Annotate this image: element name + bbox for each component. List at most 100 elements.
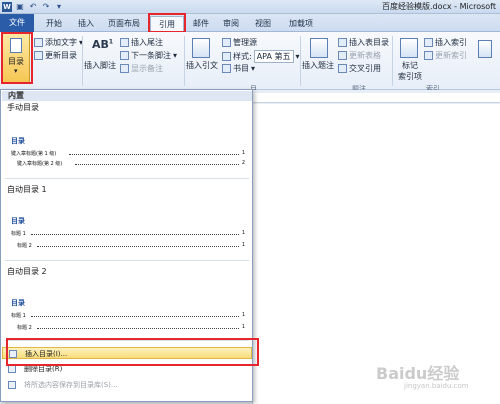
insert-endnote-label: 插入尾注: [131, 38, 163, 47]
toc-line-text: 标题 1: [11, 313, 26, 319]
leader-dots: [37, 328, 239, 329]
update-index-button[interactable]: 更新索引: [424, 50, 467, 61]
style-value[interactable]: APA 第五: [253, 50, 294, 63]
redo-icon[interactable]: ↷: [41, 2, 51, 12]
tab-file[interactable]: 文件: [0, 14, 34, 32]
next-footnote-icon: [120, 51, 129, 60]
baidu-watermark: Baidu经验: [376, 364, 460, 383]
insert-index-label: 插入索引: [435, 38, 467, 47]
add-text-label: 添加文字: [45, 38, 77, 47]
mark-entry-icon: [400, 38, 418, 58]
update-table-label: 更新表格: [349, 51, 381, 60]
footnote-ab-icon: AB1: [92, 38, 113, 51]
show-notes-icon: [120, 64, 129, 73]
manage-sources-icon: [222, 38, 231, 47]
toc-preview-line: 标题 1 1: [11, 230, 245, 238]
ribbon-separator: [82, 36, 83, 86]
ribbon-separator: [184, 36, 185, 86]
insert-caption-button[interactable]: 插入题注: [302, 60, 334, 71]
word-logo-icon[interactable]: W: [2, 2, 12, 12]
update-toc-label: 更新目录: [45, 51, 77, 60]
customize-qat-icon[interactable]: ▾: [54, 2, 64, 12]
mark-entry-button[interactable]: 标记 索引项: [398, 60, 422, 82]
tab-home[interactable]: 开始: [42, 16, 66, 31]
style-select[interactable]: 样式: APA 第五 ▾: [222, 50, 300, 63]
endnote-icon: [120, 38, 129, 47]
manage-sources-label: 管理源: [233, 38, 257, 47]
footnote-ab-text: AB: [92, 38, 109, 51]
toc-preview-line: 键入章标题(第 2 级) 2: [17, 160, 245, 168]
baidu-watermark-url: jingyan.baidu.com: [404, 382, 469, 390]
insert-toc-highlight: [6, 338, 259, 366]
update-index-label: 更新索引: [435, 51, 467, 60]
insert-table-of-figures-button[interactable]: 插入表目录: [338, 37, 389, 48]
tab-addins[interactable]: 加载项: [284, 16, 318, 31]
footnote-sup-text: 1: [108, 38, 114, 46]
tab-mailings[interactable]: 邮件: [188, 16, 214, 31]
save-selection-icon: [8, 381, 16, 389]
add-text-button[interactable]: 添加文字 ▾: [34, 37, 83, 48]
cross-reference-button[interactable]: 交叉引用: [338, 63, 381, 74]
insert-index-icon: [424, 38, 433, 47]
cross-reference-icon: [338, 64, 347, 73]
insert-citation-button[interactable]: 插入引文: [186, 60, 218, 71]
horizontal-ruler[interactable]: [250, 93, 500, 103]
mark-entry-label: 标记: [402, 61, 418, 70]
cross-reference-label: 交叉引用: [349, 64, 381, 73]
toc-line-page: 1: [241, 324, 245, 330]
manage-sources-button[interactable]: 管理源: [222, 37, 257, 48]
insert-endnote-button[interactable]: 插入尾注: [120, 37, 163, 48]
next-footnote-label: 下一条脚注: [131, 51, 171, 60]
leader-dots: [31, 316, 239, 317]
title-bar: W ▣ ↶ ↷ ▾ 百度经验模版.docx - Microsoft: [0, 0, 500, 14]
toc-line-text: 标题 1: [11, 231, 26, 237]
update-table-icon: [338, 51, 347, 60]
preview-heading: 目录: [11, 217, 25, 225]
dropdown-divider: [5, 260, 249, 261]
save-selection-menu-item[interactable]: 将所选内容保存到目录库(S)...: [2, 379, 252, 391]
toc-line-text: 标题 2: [17, 243, 32, 249]
manual-toc-title: 手动目录: [7, 103, 39, 112]
insert-caption-icon: [310, 38, 328, 58]
toc-line-page: 1: [241, 312, 245, 318]
toc-preview-line: 标题 1 1: [11, 312, 245, 320]
tab-view[interactable]: 视图: [250, 16, 276, 31]
insert-index-button[interactable]: 插入索引: [424, 37, 467, 48]
ribbon-tabs: 文件 开始 插入 页面布局 引用 邮件 审阅 视图 加载项: [0, 14, 500, 32]
window-title: 百度经验模版.docx - Microsoft: [381, 2, 496, 11]
leader-dots: [69, 154, 239, 155]
quick-access-toolbar: W ▣ ↶ ↷ ▾: [2, 1, 64, 13]
undo-icon[interactable]: ↶: [28, 2, 38, 12]
show-notes-button[interactable]: 显示备注: [120, 63, 163, 74]
mark-citation-icon[interactable]: [478, 40, 492, 58]
toc-preview-line: 标题 2 1: [17, 242, 245, 250]
save-icon[interactable]: ▣: [15, 2, 25, 12]
toc-line-page: 1: [241, 230, 245, 236]
leader-dots: [75, 164, 239, 165]
tab-insert[interactable]: 插入: [74, 16, 98, 31]
tab-page-layout[interactable]: 页面布局: [104, 16, 144, 31]
insert-table-of-figures-label: 插入表目录: [349, 38, 389, 47]
leader-dots: [31, 234, 239, 235]
update-index-icon: [424, 51, 433, 60]
auto-toc-1-title: 自动目录 1: [7, 185, 47, 194]
toc-preview-line: 键入章标题(第 1 级) 1: [11, 150, 245, 158]
update-toc-icon: [34, 51, 43, 60]
bibliography-label: 书目: [233, 64, 249, 73]
dropdown-divider: [5, 178, 249, 179]
update-table-button[interactable]: 更新表格: [338, 50, 381, 61]
insert-citation-icon: [192, 38, 210, 58]
next-footnote-button[interactable]: 下一条脚注 ▾: [120, 50, 177, 61]
leader-dots: [37, 246, 239, 247]
toc-line-page: 2: [241, 160, 245, 166]
tab-review[interactable]: 审阅: [218, 16, 244, 31]
bibliography-button[interactable]: 书目 ▾: [222, 63, 255, 74]
insert-footnote-button[interactable]: 插入脚注: [84, 60, 116, 71]
add-text-icon: [34, 38, 43, 47]
preview-heading: 目录: [11, 299, 25, 307]
document-page[interactable]: [252, 104, 500, 404]
references-tab-highlight: [148, 13, 186, 33]
toc-button-highlight: [1, 32, 33, 84]
update-toc-button[interactable]: 更新目录: [34, 50, 77, 61]
remove-toc-icon: [8, 365, 16, 373]
